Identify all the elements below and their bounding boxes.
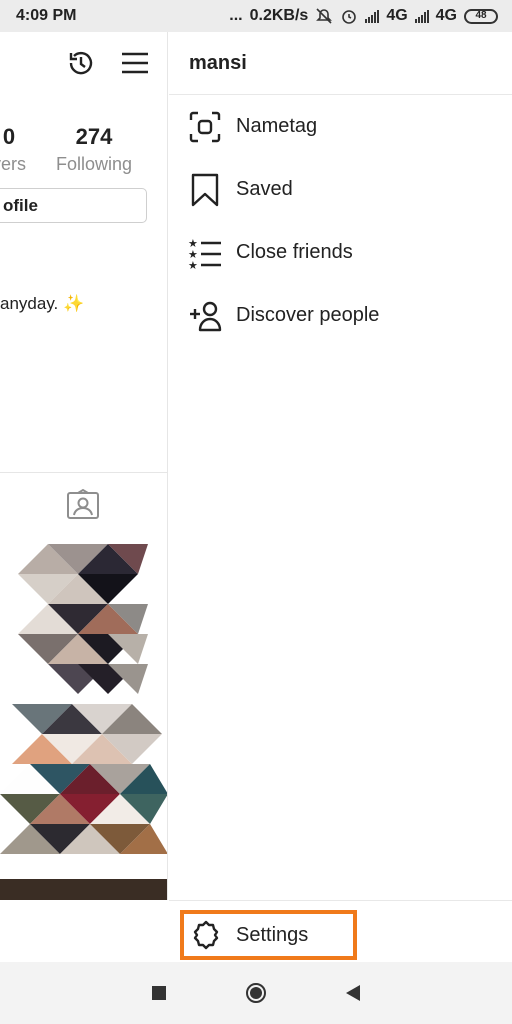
edit-profile-button[interactable]: ofile (0, 188, 147, 223)
nametag-icon (187, 109, 223, 145)
system-nav-bar (0, 962, 512, 1024)
menu-item-discover-people[interactable]: Discover people (169, 284, 512, 347)
signal-icon (365, 9, 380, 23)
menu-item-close-friends[interactable]: ★ ★ ★ Close friends (169, 221, 512, 284)
sparkles-emoji: ✨ (63, 294, 85, 313)
drawer-menu: Nametag Saved ★ ★ ★ Close friends Discover… (169, 95, 512, 347)
menu-item-label: Nametag (236, 115, 318, 137)
alarm-icon (342, 10, 357, 24)
tagged-photos-icon[interactable] (66, 488, 100, 520)
back-icon[interactable] (346, 985, 360, 1001)
profile-pane: 0 vers 274 Following ofile anyday. ✨ (0, 32, 168, 900)
following-stat[interactable]: 274 Following (56, 124, 132, 175)
status-right: ... 0.2KB/s 4G 4G 48 (229, 7, 498, 25)
menu-item-label: Saved (236, 178, 293, 200)
drawer-footer: Settings (169, 900, 512, 962)
menu-item-nametag[interactable]: Nametag (169, 95, 512, 158)
photo-grid-image[interactable] (0, 534, 168, 900)
tabs-divider (0, 472, 167, 473)
following-label: Following (56, 154, 133, 174)
followers-count: 0 (2, 124, 16, 149)
followers-label: vers (0, 154, 27, 174)
home-icon[interactable] (246, 983, 266, 1003)
profile-top-icons (64, 46, 152, 80)
svg-text:★: ★ (188, 259, 198, 270)
menu-item-saved[interactable]: Saved (169, 158, 512, 221)
profile-bio: anyday. ✨ (0, 294, 84, 314)
gear-icon (193, 920, 219, 950)
edit-profile-label: ofile (3, 195, 38, 215)
net-speed: 0.2KB/s (249, 7, 309, 24)
mute-icon (316, 8, 333, 24)
screen: 4:09 PM ... 0.2KB/s 4G 4G 48 0 vers 274 … (0, 0, 512, 1024)
menu-item-label: Discover people (236, 304, 380, 326)
following-count: 274 (75, 124, 113, 149)
drawer-username: mansi (169, 32, 512, 95)
close-friends-icon: ★ ★ ★ (187, 235, 223, 271)
add-person-icon (187, 298, 223, 334)
settings-button[interactable]: Settings (180, 910, 357, 960)
archive-icon[interactable] (64, 46, 98, 80)
network-type-1: 4G (386, 7, 408, 24)
bio-text: anyday. (0, 294, 59, 313)
status-time: 4:09 PM (16, 7, 77, 24)
more-dots: ... (229, 7, 243, 24)
battery-level: 48 (475, 10, 487, 21)
bookmark-icon (187, 172, 223, 208)
menu-icon[interactable] (118, 46, 152, 80)
status-bar: 4:09 PM ... 0.2KB/s 4G 4G 48 (0, 0, 512, 32)
username: mansi (189, 51, 247, 74)
recents-icon[interactable] (152, 986, 166, 1000)
network-type-2: 4G (435, 7, 457, 24)
menu-item-label: Close friends (236, 241, 353, 263)
settings-label: Settings (236, 923, 309, 946)
signal-icon-2 (414, 9, 429, 23)
followers-stat[interactable]: 0 vers (0, 124, 26, 175)
side-drawer: mansi Nametag Saved ★★★ Close friends (169, 32, 512, 962)
battery-icon: 48 (464, 8, 498, 24)
